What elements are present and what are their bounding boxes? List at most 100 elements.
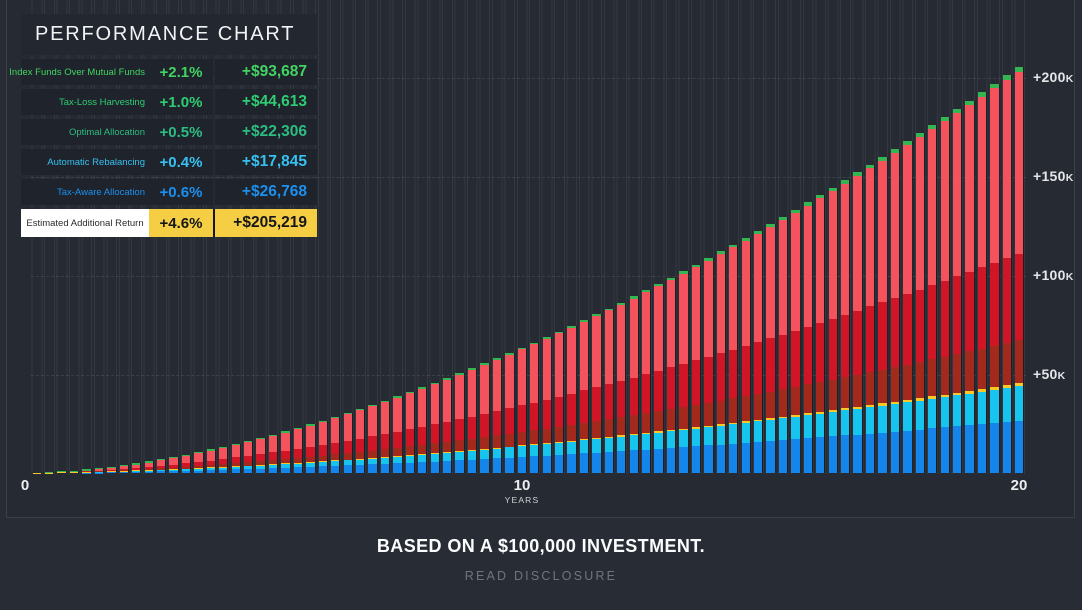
tax-loss-segment: [269, 452, 277, 460]
optimal-allocation-segment: [406, 446, 414, 455]
tax-aware-segment: [431, 462, 439, 473]
stacked-bar: [766, 224, 775, 473]
read-disclosure-link[interactable]: READ DISCLOSURE: [0, 569, 1082, 583]
stacked-bar: [281, 431, 290, 473]
stacked-bar: [381, 401, 390, 473]
index-funds-segment: [729, 247, 737, 349]
index-funds-segment: [965, 105, 973, 272]
y-tick-suffix: K: [1066, 172, 1074, 184]
auto-rebalancing-segment: [704, 427, 712, 445]
optimal-allocation-segment: [816, 382, 824, 412]
optimal-allocation-segment: [928, 359, 936, 396]
optimal-allocation-segment: [804, 384, 812, 413]
index-funds-segment: [580, 322, 588, 390]
tax-aware-segment: [393, 463, 401, 473]
legend-row-value: +$22,306: [215, 119, 317, 145]
optimal-allocation-segment: [654, 411, 662, 431]
index-funds-segment: [219, 448, 227, 459]
tax-aware-segment: [194, 471, 202, 473]
tax-loss-segment: [965, 272, 973, 351]
gridline-+100K: [31, 276, 1026, 277]
tax-loss-segment: [742, 346, 750, 396]
stacked-bar: [605, 309, 614, 474]
optimal-allocation-segment: [642, 413, 650, 432]
tax-aware-segment: [891, 432, 899, 473]
tax-loss-segment: [543, 400, 551, 429]
tax-aware-segment: [406, 463, 414, 473]
optimal-allocation-segment: [493, 435, 501, 447]
tax-aware-segment: [344, 465, 352, 473]
stacked-bar: [306, 424, 315, 473]
index-funds-segment: [356, 410, 364, 438]
tax-loss-segment: [331, 443, 339, 455]
index-funds-segment: [742, 241, 750, 346]
tax-aware-segment: [368, 464, 376, 473]
auto-rebalancing-segment: [891, 404, 899, 432]
legend-row-value: +$93,687: [215, 59, 317, 85]
index-funds-segment: [269, 436, 277, 453]
index-funds-segment: [630, 299, 638, 378]
optimal-allocation-segment: [692, 405, 700, 427]
tax-aware-segment: [878, 433, 886, 473]
tax-loss-segment: [990, 263, 998, 346]
stacked-bar: [804, 202, 813, 473]
legend-row-value: +$26,768: [215, 179, 317, 205]
tax-aware-segment: [518, 457, 526, 473]
index-funds-segment: [443, 380, 451, 422]
legend-row-label: Optimal Allocation: [21, 119, 149, 145]
tax-loss-segment: [829, 319, 837, 380]
tax-aware-segment: [692, 446, 700, 473]
y-tick-+150K: +150K: [1033, 168, 1079, 184]
tax-aware-segment: [742, 443, 750, 473]
tax-aware-segment: [145, 472, 153, 473]
auto-rebalancing-segment: [965, 394, 973, 426]
stacked-bar: [990, 84, 999, 473]
tax-loss-segment: [766, 338, 774, 391]
optimal-allocation-segment: [443, 442, 451, 452]
optimal-allocation-segment: [717, 401, 725, 425]
tax-loss-segment: [878, 302, 886, 369]
auto-rebalancing-segment: [518, 446, 526, 457]
stacked-bar: [742, 238, 751, 473]
auto-rebalancing-segment: [742, 423, 750, 443]
stacked-bar: [567, 326, 576, 473]
stacked-bar: [244, 441, 253, 473]
optimal-allocation-segment: [1015, 340, 1023, 383]
index-funds-segment: [941, 121, 949, 280]
index-funds-segment: [928, 129, 936, 285]
index-funds-segment: [816, 198, 824, 323]
stacked-bar: [530, 343, 539, 473]
stacked-bar: [368, 405, 377, 473]
auto-rebalancing-segment: [642, 434, 650, 450]
index-funds-segment: [766, 227, 774, 339]
index-funds-segment: [194, 453, 202, 462]
tax-aware-segment: [294, 467, 302, 473]
tax-aware-segment: [269, 468, 277, 473]
index-funds-segment: [754, 234, 762, 342]
legend-row-percent: +0.4%: [149, 149, 213, 175]
index-funds-segment: [431, 384, 439, 424]
tax-loss-segment: [816, 323, 824, 382]
index-funds-segment: [344, 414, 352, 440]
stacked-bar: [443, 378, 452, 473]
auto-rebalancing-segment: [617, 437, 625, 452]
auto-rebalancing-segment: [1015, 386, 1023, 421]
index-funds-segment: [592, 316, 600, 387]
stacked-bar: [344, 413, 353, 473]
tax-aware-segment: [256, 469, 264, 473]
yellow-divider-segment: [57, 472, 65, 473]
y-tick-suffix: K: [1066, 271, 1074, 283]
stacked-bar: [319, 421, 328, 473]
tax-aware-segment: [530, 456, 538, 473]
optimal-allocation-segment: [455, 440, 463, 451]
tax-loss-segment: [891, 298, 899, 367]
tax-loss-segment: [294, 449, 302, 458]
tax-aware-segment: [418, 462, 426, 473]
stacked-bar: [269, 435, 278, 473]
legend-row-percent: +0.5%: [149, 119, 213, 145]
index-funds-segment: [853, 176, 861, 311]
tax-aware-segment: [306, 467, 314, 473]
stacked-bar: [642, 290, 651, 473]
index-funds-segment: [393, 398, 401, 432]
tax-aware-segment: [941, 427, 949, 473]
